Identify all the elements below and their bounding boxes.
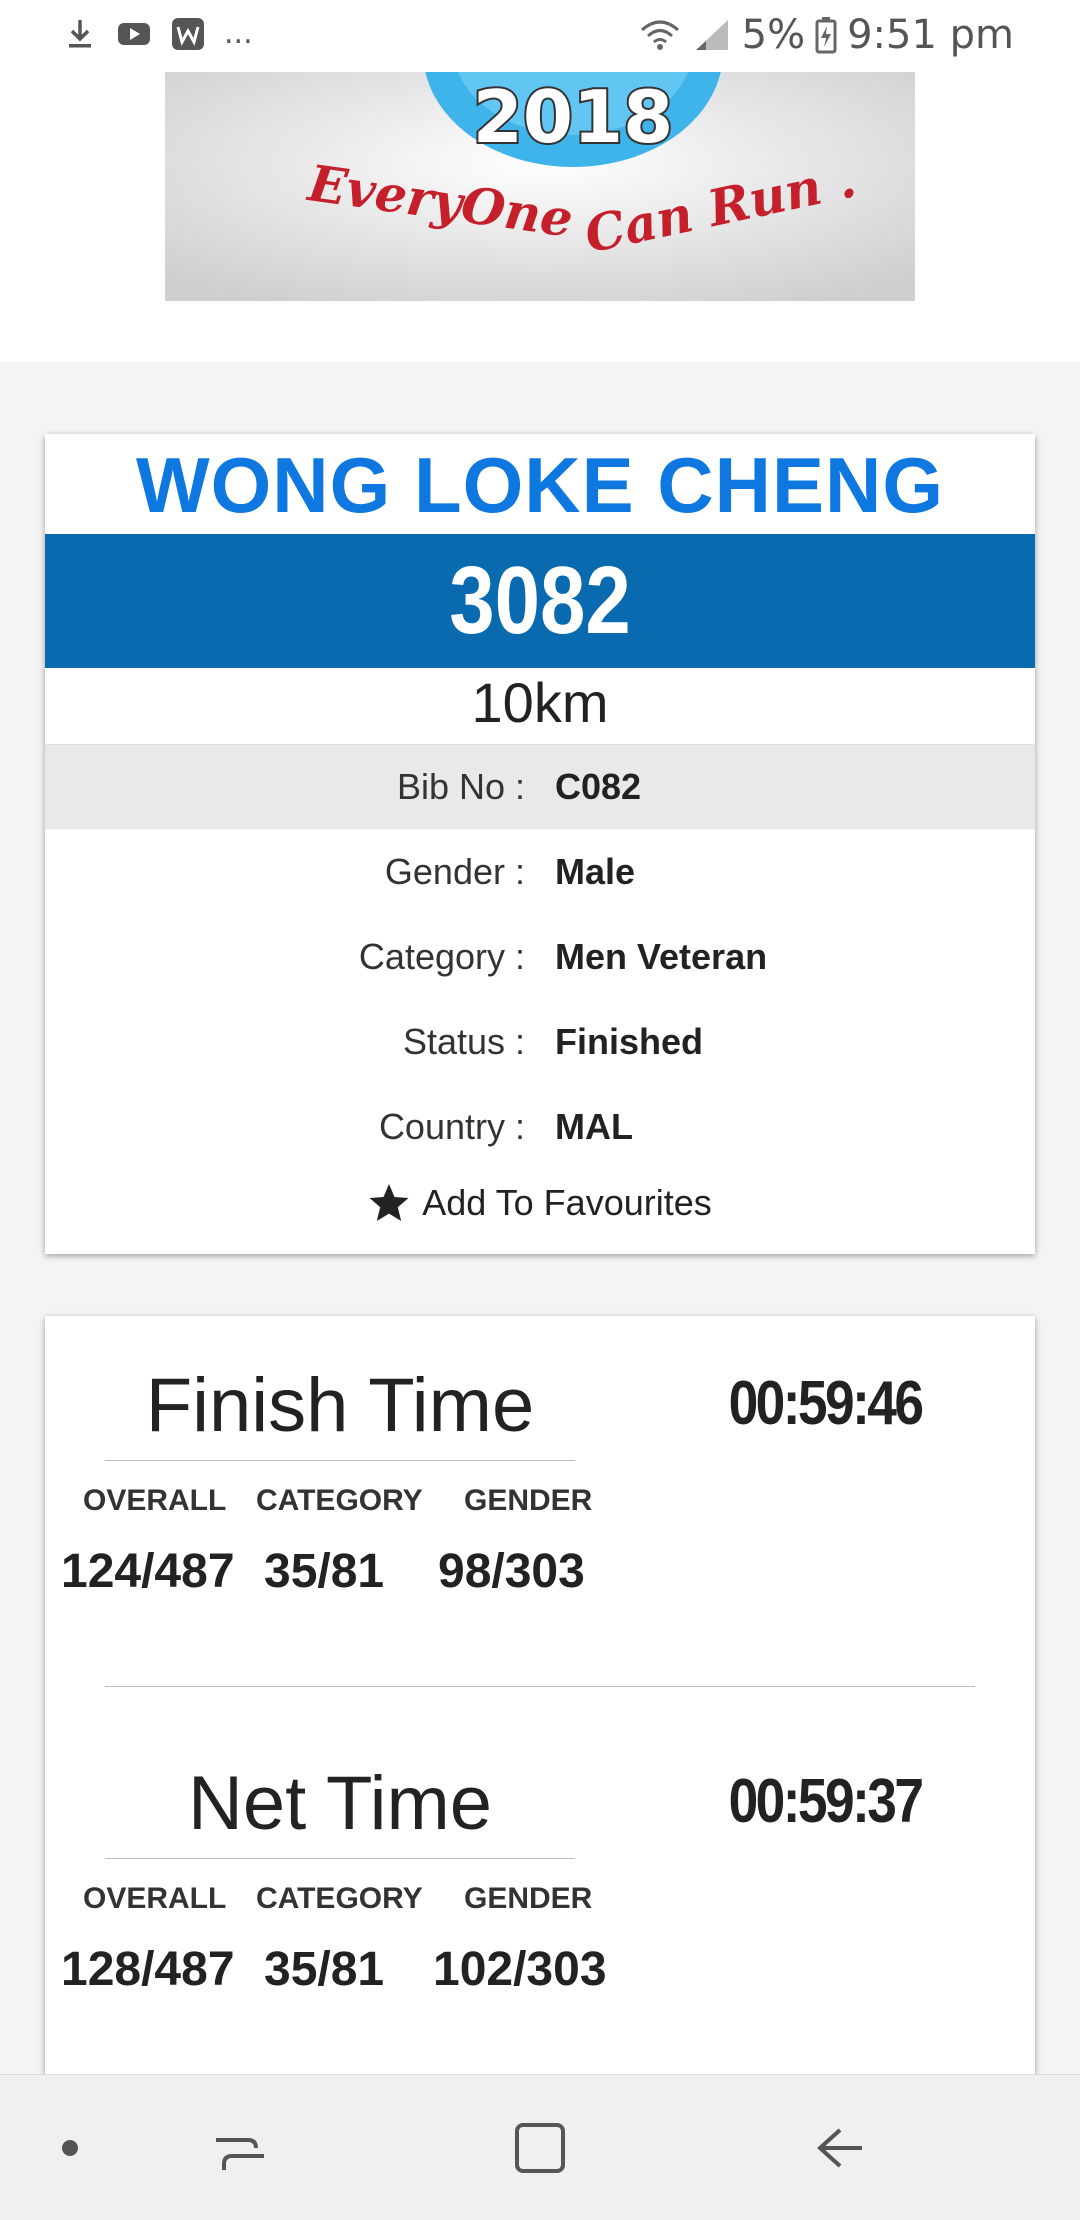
detail-value: Finished <box>555 1021 704 1062</box>
dot-icon <box>62 2140 78 2156</box>
finish-category-rank: 35/81 <box>264 1545 385 1598</box>
overall-rank-header: OVERALL <box>83 1484 227 1517</box>
detail-value: Male <box>555 851 636 892</box>
back-icon <box>817 2128 862 2168</box>
banner-area: 2018 EveryOne Can Run . <box>0 72 1080 362</box>
divider <box>105 1686 975 1687</box>
overall-rank-header: OVERALL <box>83 1882 227 1915</box>
detail-row-category: Category : Men Veteran <box>45 915 1035 999</box>
detail-value: MAL <box>555 1106 633 1147</box>
battery-percent: 5% <box>741 12 806 58</box>
home-icon <box>515 2123 565 2173</box>
net-time-value: 00:59:37 <box>728 1767 924 1836</box>
net-time-title: Net Time <box>187 1761 493 1846</box>
finish-gender-rank: 98/303 <box>438 1545 585 1598</box>
category-rank-header: CATEGORY <box>256 1882 423 1915</box>
bib-number: 3082 <box>449 547 631 654</box>
detail-row-country: Country : MAL <box>45 1085 1035 1169</box>
back-button[interactable] <box>790 2075 890 2220</box>
wifi-icon <box>640 20 679 50</box>
signal-icon <box>695 20 728 50</box>
divider <box>105 1460 575 1461</box>
more-notifications-indicator: ... <box>224 16 253 51</box>
download-icon <box>69 20 91 48</box>
divider <box>105 1858 575 1859</box>
finish-time-value: 00:59:46 <box>728 1369 924 1438</box>
detail-label: Country : <box>378 1106 525 1147</box>
detail-label: Gender : <box>384 851 525 892</box>
runner-name: WONG LOKE CHENG <box>136 441 944 529</box>
detail-value: Men Veteran <box>555 936 768 977</box>
net-gender-rank: 102/303 <box>433 1943 607 1996</box>
star-icon <box>369 1184 409 1221</box>
recent-apps-icon <box>216 2138 264 2170</box>
race-distance: 10km <box>471 671 609 734</box>
navigation-bar <box>0 2074 1080 2220</box>
battery-icon <box>815 17 837 54</box>
event-banner-image: 2018 EveryOne Can Run . <box>165 72 915 301</box>
detail-label: Bib No : <box>396 766 525 807</box>
svg-text:2018: 2018 <box>473 75 673 159</box>
detail-label: Category : <box>358 936 525 977</box>
detail-value: C082 <box>555 766 642 807</box>
detail-row-bib: Bib No : C082 <box>45 745 1035 829</box>
bib-number-band: 3082 <box>45 534 1035 668</box>
detail-label: Status : <box>402 1021 525 1062</box>
net-category-rank: 35/81 <box>264 1943 385 1996</box>
timing-results-card: Finish Time 00:59:46 OVERALL CATEGORY GE… <box>45 1316 1035 2086</box>
nav-dot-button[interactable] <box>30 2075 110 2220</box>
clock: 9:51 pm <box>847 12 1014 58</box>
runner-profile-card: WONG LOKE CHENG 3082 10km Bib No : C082 … <box>45 434 1035 1254</box>
add-to-favourites-button[interactable]: Add To Favourites <box>45 1182 1035 1224</box>
youtube-icon <box>118 23 150 45</box>
net-overall-rank: 128/487 <box>61 1943 235 1996</box>
recent-apps-button[interactable] <box>190 2075 290 2220</box>
detail-row-status: Status : Finished <box>45 1000 1035 1084</box>
finish-time-title: Finish Time <box>145 1363 535 1448</box>
gender-rank-header: GENDER <box>464 1882 593 1915</box>
home-button[interactable] <box>490 2075 590 2220</box>
finish-overall-rank: 124/487 <box>61 1545 235 1598</box>
category-rank-header: CATEGORY <box>256 1484 423 1517</box>
status-bar: ... 5% 9:51 pm <box>0 0 1080 72</box>
gender-rank-header: GENDER <box>464 1484 593 1517</box>
w-app-icon <box>172 18 204 50</box>
detail-row-gender: Gender : Male <box>45 830 1035 914</box>
add-to-favourites-label: Add To Favourites <box>422 1182 712 1223</box>
